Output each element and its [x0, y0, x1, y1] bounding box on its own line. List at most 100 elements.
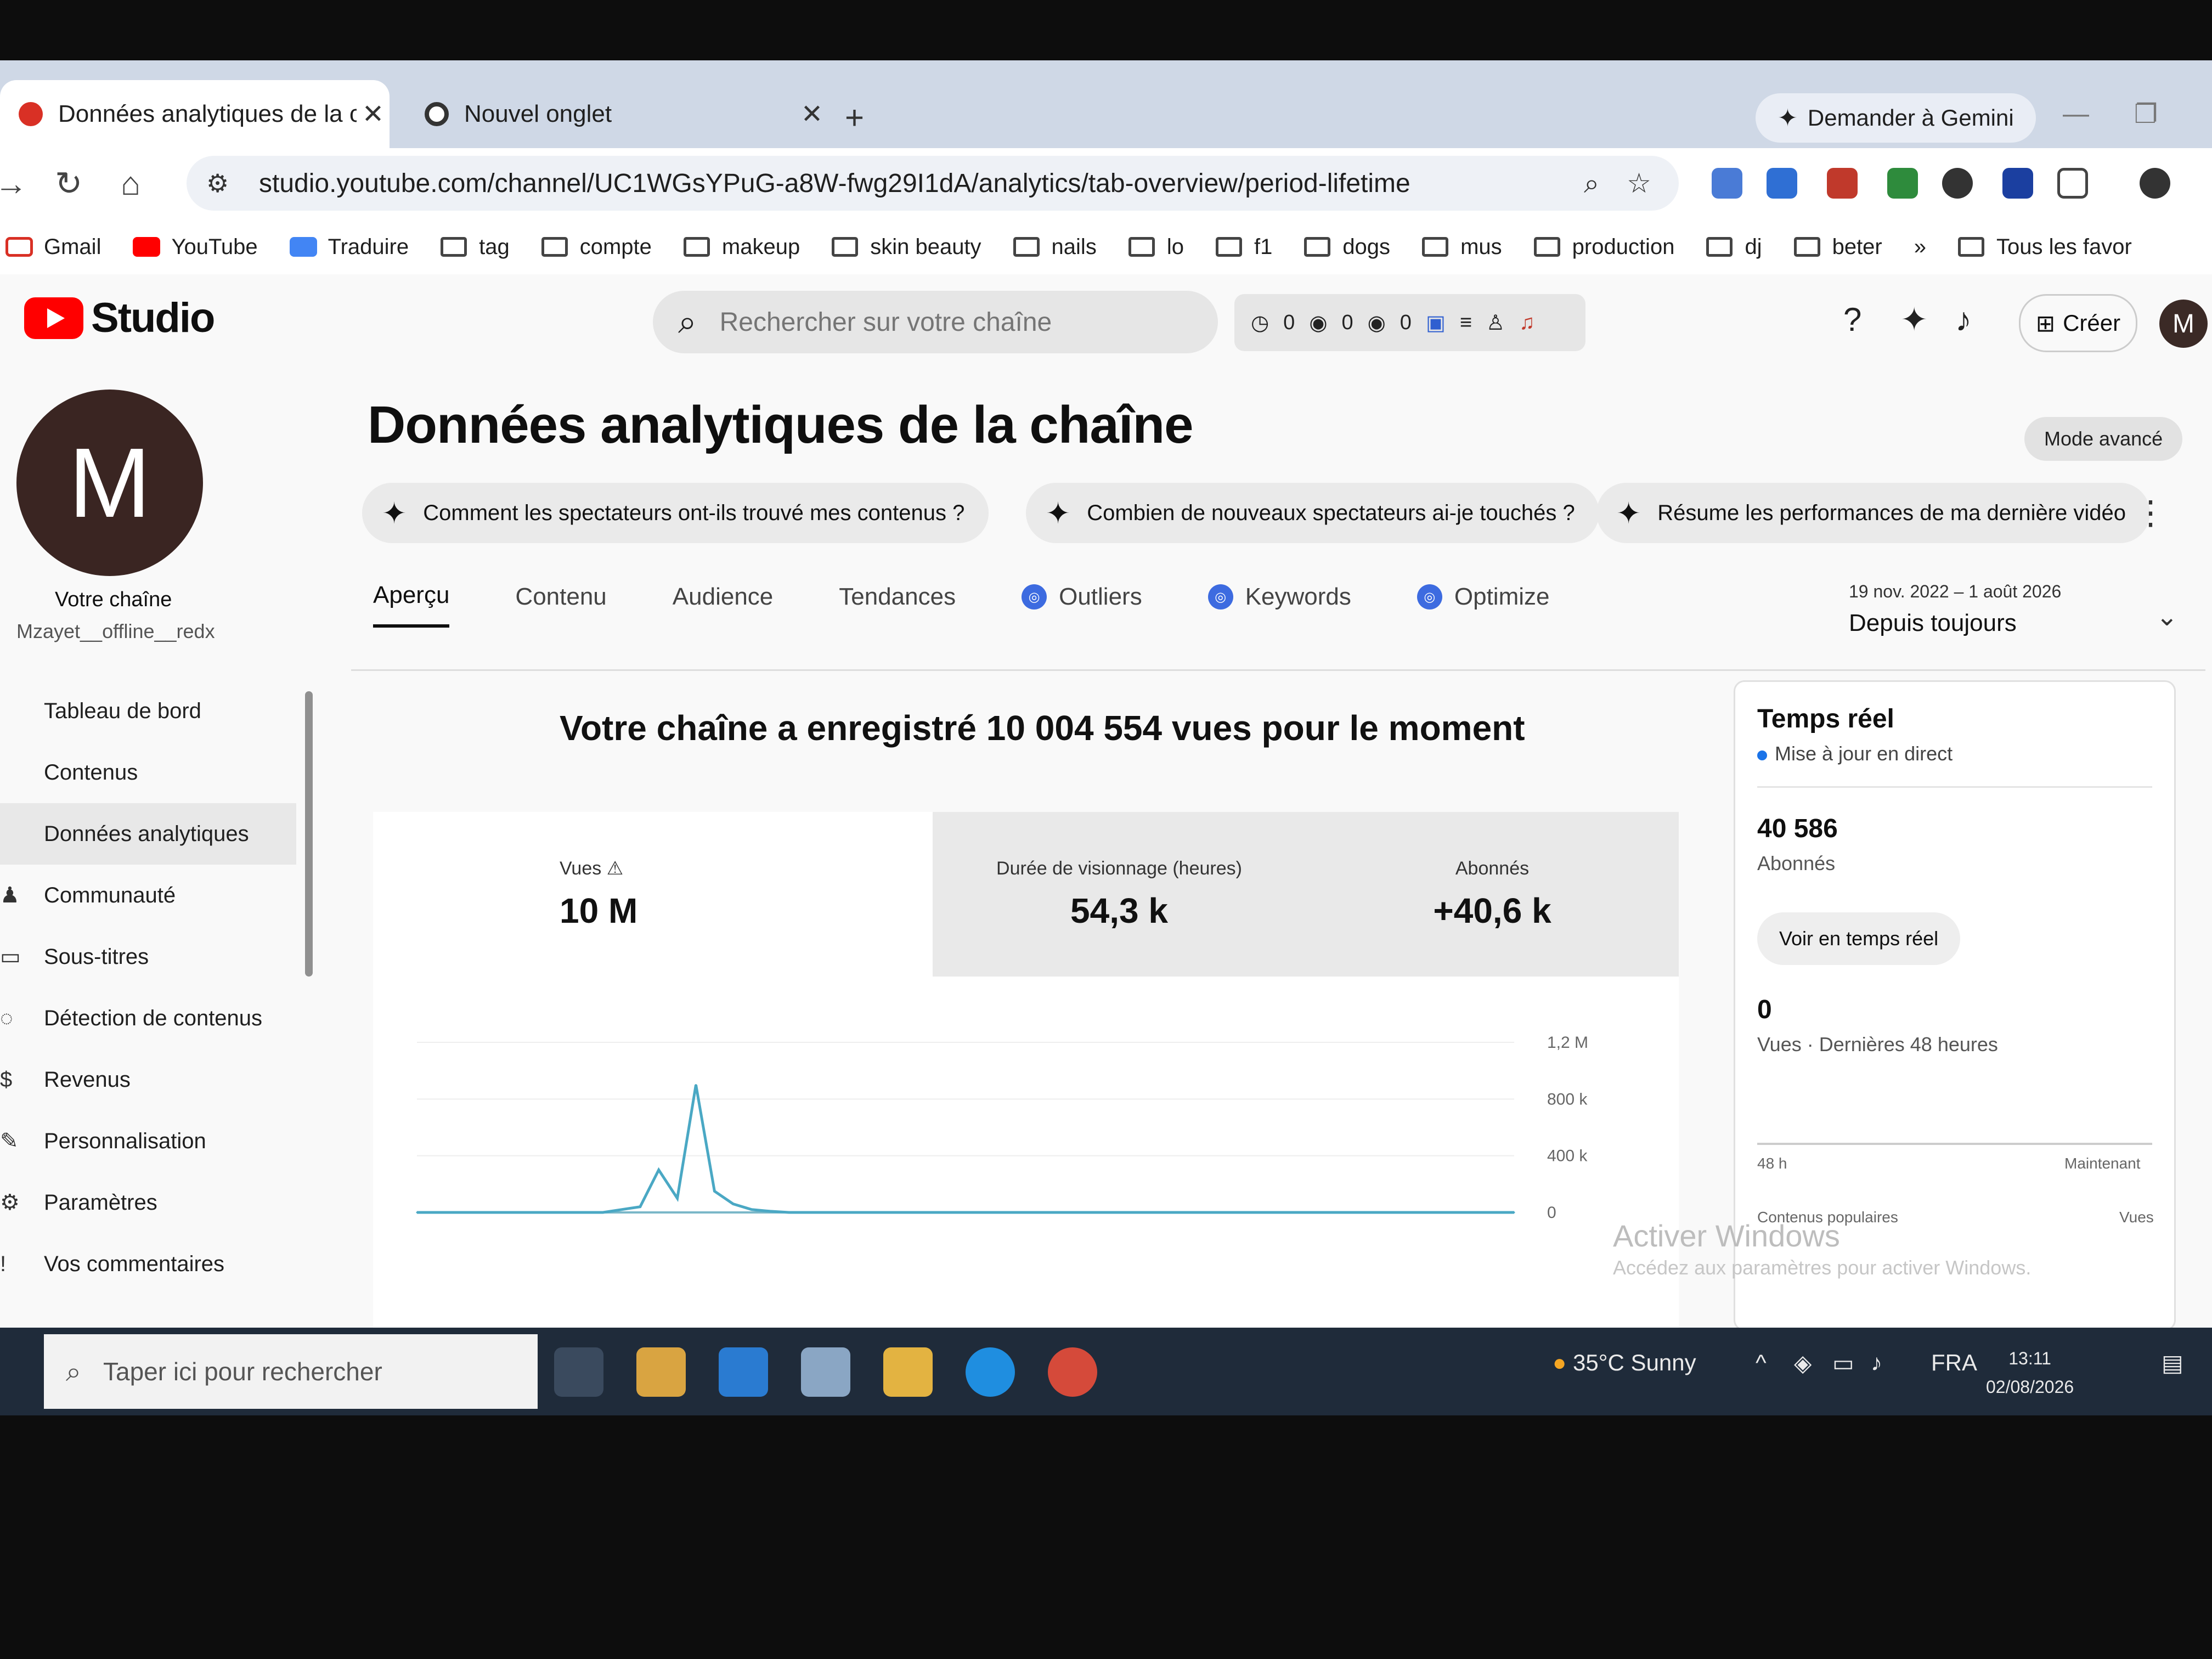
tab-keywords[interactable]: ◎ Keywords [1207, 583, 1351, 626]
bookmark-folder[interactable]: dj [1706, 235, 1762, 259]
sidebar-item-content-detection[interactable]: ◌ Détection de contenus [0, 988, 296, 1049]
store-icon[interactable] [636, 1347, 686, 1397]
reload-icon[interactable]: ↻ [55, 165, 82, 203]
views-series-line[interactable] [417, 1085, 1514, 1214]
notifications-icon[interactable]: ▤ [2162, 1350, 2183, 1376]
bookmark-folder[interactable]: compte [541, 235, 652, 259]
tab-optimize[interactable]: ◎ Optimize [1417, 583, 1549, 626]
tab-content[interactable]: Contenu [515, 583, 606, 626]
language-indicator[interactable]: FRA [1931, 1350, 1977, 1376]
tab-overview[interactable]: Aperçu [373, 582, 450, 628]
close-tab-icon[interactable]: ✕ [795, 99, 828, 129]
all-bookmarks[interactable]: Tous les favor [1958, 235, 2132, 259]
award-icon[interactable]: ♙ [1486, 311, 1505, 335]
bookmark-star-icon[interactable]: ☆ [1627, 167, 1651, 199]
sidebar-item-feedback[interactable]: ! Vos commentaires [0, 1233, 296, 1295]
channel-avatar[interactable]: M [16, 390, 203, 576]
tray-chevron-icon[interactable]: ^ [1756, 1350, 1767, 1376]
bookmark-youtube[interactable]: YouTube [133, 235, 258, 259]
bookmark-folder[interactable]: production [1533, 235, 1674, 259]
alert-bell-icon[interactable]: ♫ [1519, 311, 1535, 335]
forward-icon[interactable]: → [0, 165, 27, 202]
extension-icon[interactable] [1827, 168, 1858, 199]
studio-logo[interactable]: Studio [24, 294, 215, 342]
home-icon[interactable]: ⌂ [121, 165, 140, 202]
bookmark-folder[interactable]: skin beauty [832, 235, 981, 259]
tab-outliers[interactable]: ◎ Outliers [1022, 583, 1142, 626]
tab-new[interactable]: Nouvel onglet ✕ [406, 80, 828, 148]
list-icon[interactable]: ≡ [1460, 311, 1472, 335]
task-view-icon[interactable] [554, 1347, 603, 1397]
minimize-icon[interactable]: — [2063, 99, 2089, 129]
tab-analytics[interactable]: Données analytiques de la chaî ✕ [0, 80, 390, 148]
see-realtime-button[interactable]: Voir en temps réel [1757, 912, 1961, 965]
sparkle-icon[interactable]: ✦ [1900, 301, 1928, 339]
extensions-puzzle-icon[interactable] [2057, 168, 2088, 199]
bookmark-folder[interactable]: tag [441, 235, 510, 259]
sidebar-item-dashboard[interactable]: Tableau de bord [0, 680, 296, 742]
metric-views[interactable]: Vues ⚠ 10 M [373, 812, 933, 977]
sidebar-item-community[interactable]: ♟ Communauté [0, 865, 296, 926]
notifications-bell-icon[interactable]: ♪ [1955, 301, 1972, 338]
bookmark-traduire[interactable]: Traduire [289, 235, 409, 259]
bookmark-gmail[interactable]: Gmail [5, 235, 101, 259]
weather-widget[interactable]: ● 35°C Sunny [1553, 1350, 1696, 1376]
bookmark-folder[interactable]: lo [1128, 235, 1184, 259]
file-explorer-icon[interactable] [883, 1347, 933, 1397]
advanced-mode-button[interactable]: Mode avancé [2024, 417, 2183, 461]
sidebar-item-revenue[interactable]: $ Revenus [0, 1049, 296, 1110]
extension-icon[interactable]: ▣ [1426, 311, 1446, 335]
sidebar-scrollbar[interactable] [305, 691, 313, 977]
search-input[interactable] [718, 306, 1160, 338]
extension-icon[interactable] [1712, 168, 1742, 199]
restore-icon[interactable]: ❐ [2134, 99, 2158, 129]
close-tab-icon[interactable]: ✕ [357, 99, 390, 129]
ask-chip-new-viewers[interactable]: ✦ Combien de nouveaux spectateurs ai-je … [1026, 483, 1599, 543]
site-info-icon[interactable]: ⚙ [206, 168, 239, 198]
taskbar-clock[interactable]: 13:11 02/08/2026 [1986, 1344, 2074, 1401]
tab-trends[interactable]: Tendances [839, 583, 956, 626]
bookmark-folder[interactable]: makeup [683, 235, 800, 259]
help-icon[interactable]: ? [1843, 301, 1861, 338]
views-line-chart[interactable]: 1,2 M 800 k 400 k 0 [373, 977, 1679, 1328]
extension-icon[interactable] [1767, 168, 1797, 199]
create-button[interactable]: ⊞ Créer [2019, 294, 2137, 352]
bookmark-folder[interactable]: dogs [1304, 235, 1390, 259]
taskbar-search[interactable]: ⌕ Taper ici pour rechercher [44, 1334, 538, 1409]
bookmark-folder[interactable]: f1 [1215, 235, 1272, 259]
extension-icon[interactable] [1942, 168, 1973, 199]
battery-icon[interactable]: ▭ [1832, 1350, 1854, 1376]
bookmark-folder[interactable]: mus [1422, 235, 1502, 259]
more-options-icon[interactable]: ⋮ [2134, 494, 2167, 532]
sidebar-item-customization[interactable]: ✎ Personnalisation [0, 1110, 296, 1172]
extension-icon[interactable] [1887, 168, 1918, 199]
app-icon[interactable] [801, 1347, 850, 1397]
url-text[interactable]: studio.youtube.com/channel/UC1WGsYPuG-a8… [259, 168, 1584, 199]
period-selector[interactable]: 19 nov. 2022 – 1 août 2026 Depuis toujou… [1849, 582, 2178, 637]
account-avatar[interactable]: M [2159, 300, 2208, 348]
tab-audience[interactable]: Audience [673, 583, 773, 626]
address-bar[interactable]: ⚙ studio.youtube.com/channel/UC1WGsYPuG-… [187, 156, 1679, 211]
extension-icon[interactable] [2002, 168, 2033, 199]
sidebar-item-content[interactable]: Contenus [0, 742, 296, 803]
volume-icon[interactable]: ♪ [1871, 1350, 1882, 1376]
metric-watch-time[interactable]: Durée de visionnage (heures) 54,3 k [933, 812, 1306, 977]
edge-icon[interactable] [966, 1347, 1015, 1397]
ask-chip-last-video[interactable]: ✦ Résume les performances de ma dernière… [1596, 483, 2150, 543]
metric-subscribers[interactable]: Abonnés +40,6 k [1306, 812, 1679, 977]
extension-stats-bar[interactable]: ◷ 0 ◉ 0 ◉ 0 ▣ ≡ ♙ ♫ [1234, 294, 1585, 351]
channel-search[interactable]: ⌕ [653, 291, 1218, 353]
bookmark-folder[interactable]: beter [1793, 235, 1882, 259]
mail-icon[interactable] [719, 1347, 768, 1397]
ask-gemini-button[interactable]: ✦ Demander à Gemini [1756, 93, 2036, 143]
zoom-icon[interactable]: ⌕ [1584, 167, 1599, 200]
bookmark-folder[interactable]: nails [1013, 235, 1097, 259]
sidebar-item-subtitles[interactable]: ▭ Sous-titres [0, 926, 296, 988]
ask-chip-discovery[interactable]: ✦ Comment les spectateurs ont-ils trouvé… [362, 483, 989, 543]
sidebar-item-analytics[interactable]: Données analytiques [0, 803, 296, 865]
chrome-icon[interactable] [1048, 1347, 1097, 1397]
network-icon[interactable]: ◈ [1794, 1350, 1812, 1376]
sidebar-item-settings[interactable]: ⚙ Paramètres [0, 1172, 296, 1233]
profile-avatar-icon[interactable] [2140, 168, 2170, 199]
bookmarks-overflow-button[interactable]: » [1914, 235, 1926, 259]
